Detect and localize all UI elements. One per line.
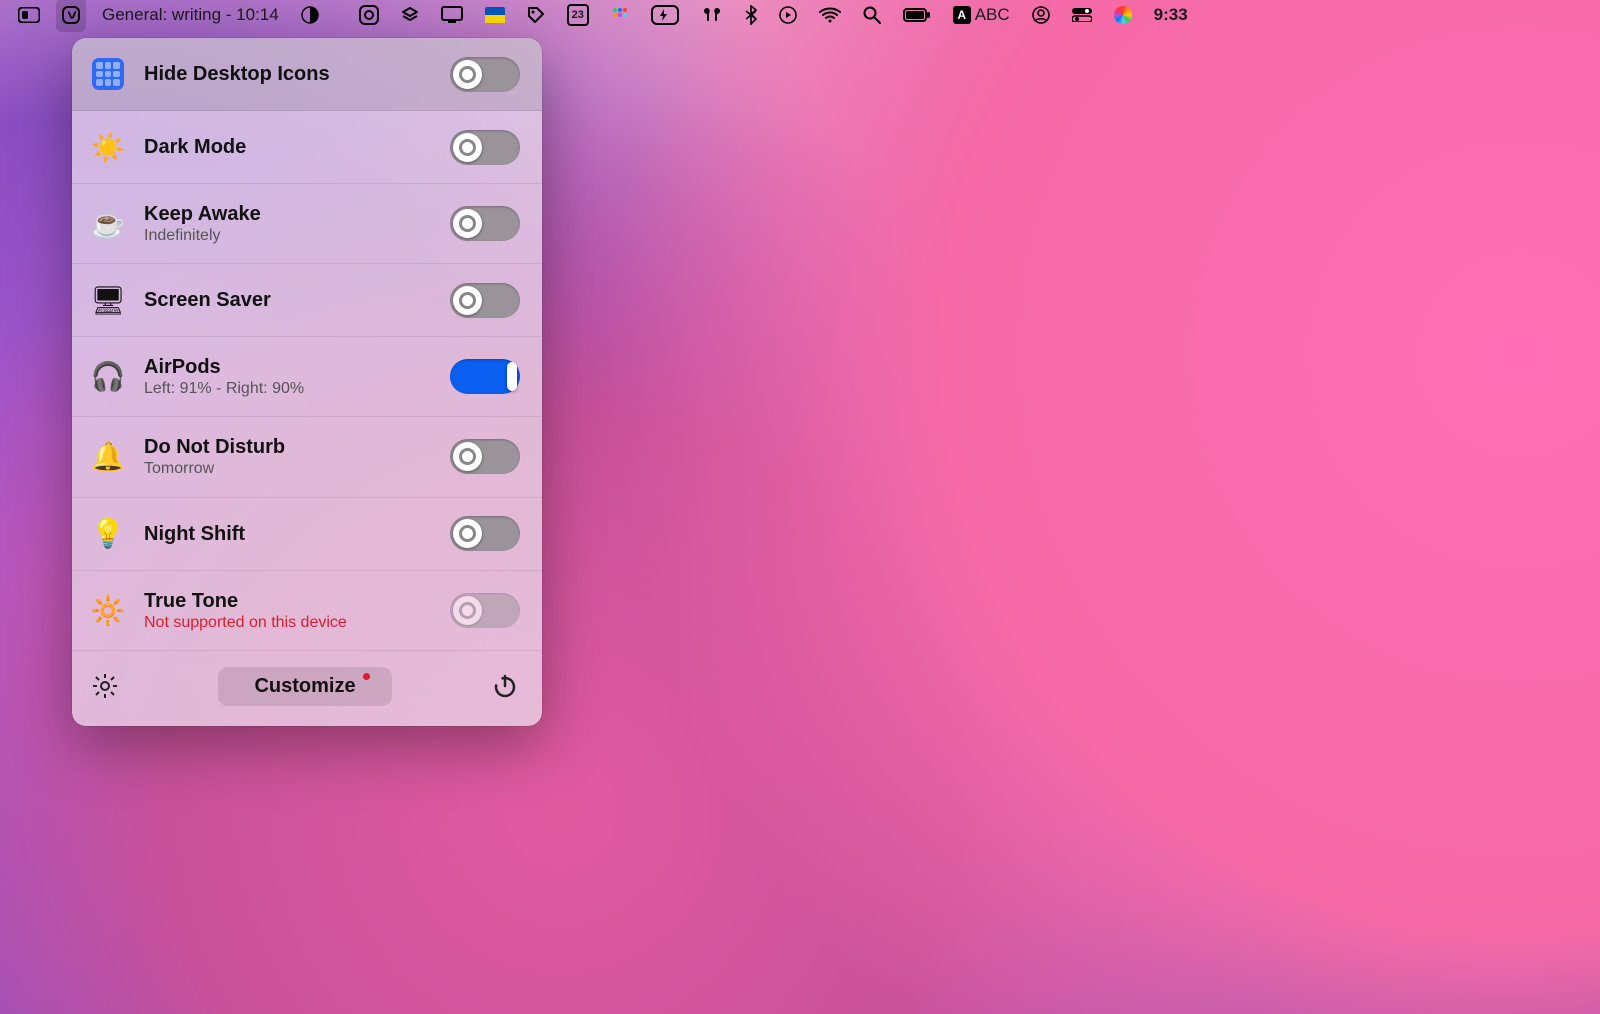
panel-footer: Customize xyxy=(72,651,542,726)
menubar-app-icon-active[interactable] xyxy=(56,0,86,32)
row-dark-mode[interactable]: ☀️ Dark Mode xyxy=(72,111,542,184)
row-subtitle: Indefinitely xyxy=(144,226,432,245)
lamp-icon: 💡 xyxy=(90,516,126,552)
bell-icon: 🔔 xyxy=(90,439,126,475)
row-subtitle: Left: 91% - Right: 90% xyxy=(144,379,432,398)
wifi-icon[interactable] xyxy=(819,0,841,30)
moon-phase-icon[interactable] xyxy=(301,0,319,30)
toggle-true-tone xyxy=(450,593,520,628)
brightness-icon: 🔆 xyxy=(90,592,126,628)
tag-icon[interactable] xyxy=(527,0,545,30)
row-title: Keep Awake xyxy=(144,202,432,226)
row-hide-desktop-icons[interactable]: Hide Desktop Icons xyxy=(72,38,542,111)
layers-icon[interactable] xyxy=(401,0,419,30)
camera-ring-icon[interactable] xyxy=(359,0,379,30)
menubar: General: writing - 10:14 23 xyxy=(0,0,1600,30)
airpods-row-icon: 🎧 xyxy=(90,359,126,395)
battery-charging-icon[interactable] xyxy=(651,0,679,30)
row-title: Hide Desktop Icons xyxy=(144,62,432,86)
input-source-label: ABC xyxy=(975,5,1010,25)
row-subtitle: Not supported on this device xyxy=(144,613,432,632)
row-title: AirPods xyxy=(144,355,432,379)
display-icon[interactable] xyxy=(441,0,463,30)
row-title: Do Not Disturb xyxy=(144,435,432,459)
menubar-app-icon-1[interactable] xyxy=(18,0,40,30)
monitor-icon: 🖥 xyxy=(90,282,126,318)
user-icon[interactable] xyxy=(1032,0,1050,30)
one-switch-panel: Hide Desktop Icons ☀️ Dark Mode ☕️ Keep … xyxy=(72,38,542,726)
row-keep-awake[interactable]: ☕️ Keep Awake Indefinitely xyxy=(72,184,542,264)
airpods-icon[interactable] xyxy=(701,0,723,30)
toggle-hide-desktop-icons[interactable] xyxy=(450,57,520,92)
menubar-clock[interactable]: 9:33 xyxy=(1154,0,1188,30)
row-true-tone[interactable]: 🔆 True Tone Not supported on this device xyxy=(72,571,542,651)
battery-full-icon[interactable] xyxy=(903,0,931,30)
row-screen-saver[interactable]: 🖥 Screen Saver xyxy=(72,264,542,337)
toggle-screen-saver[interactable] xyxy=(450,283,520,318)
row-night-shift[interactable]: 💡 Night Shift xyxy=(72,498,542,571)
input-source-indicator[interactable]: A ABC xyxy=(953,0,1010,30)
coffee-icon: ☕️ xyxy=(90,206,126,242)
row-do-not-disturb[interactable]: 🔔 Do Not Disturb Tomorrow xyxy=(72,417,542,497)
sun-icon: ☀️ xyxy=(90,129,126,165)
settings-gear-icon[interactable] xyxy=(90,671,120,701)
toggle-dnd[interactable] xyxy=(450,439,520,474)
row-title: True Tone xyxy=(144,589,432,613)
customize-label: Customize xyxy=(254,675,355,697)
toggle-keep-awake[interactable] xyxy=(450,206,520,241)
power-icon[interactable] xyxy=(490,671,520,701)
flag-icon[interactable] xyxy=(485,0,505,30)
menubar-context-text[interactable]: General: writing - 10:14 xyxy=(102,0,279,30)
row-subtitle: Tomorrow xyxy=(144,459,432,478)
row-title: Night Shift xyxy=(144,522,432,546)
bluetooth-icon[interactable] xyxy=(745,0,757,30)
row-title: Dark Mode xyxy=(144,135,432,159)
toggle-airpods[interactable] xyxy=(450,359,520,394)
row-airpods[interactable]: 🎧 AirPods Left: 91% - Right: 90% xyxy=(72,337,542,417)
row-title: Screen Saver xyxy=(144,288,432,312)
calendar-icon[interactable]: 23 xyxy=(567,0,589,30)
customize-badge-dot xyxy=(363,673,370,680)
search-icon[interactable] xyxy=(863,0,881,30)
launchpad-icon xyxy=(90,56,126,92)
toggle-night-shift[interactable] xyxy=(450,516,520,551)
control-center-icon[interactable] xyxy=(1072,0,1092,30)
play-circle-icon[interactable] xyxy=(779,0,797,30)
siri-icon[interactable] xyxy=(1114,0,1132,30)
grid-dots-icon[interactable] xyxy=(611,0,629,30)
toggle-dark-mode[interactable] xyxy=(450,130,520,165)
customize-button[interactable]: Customize xyxy=(218,667,391,706)
